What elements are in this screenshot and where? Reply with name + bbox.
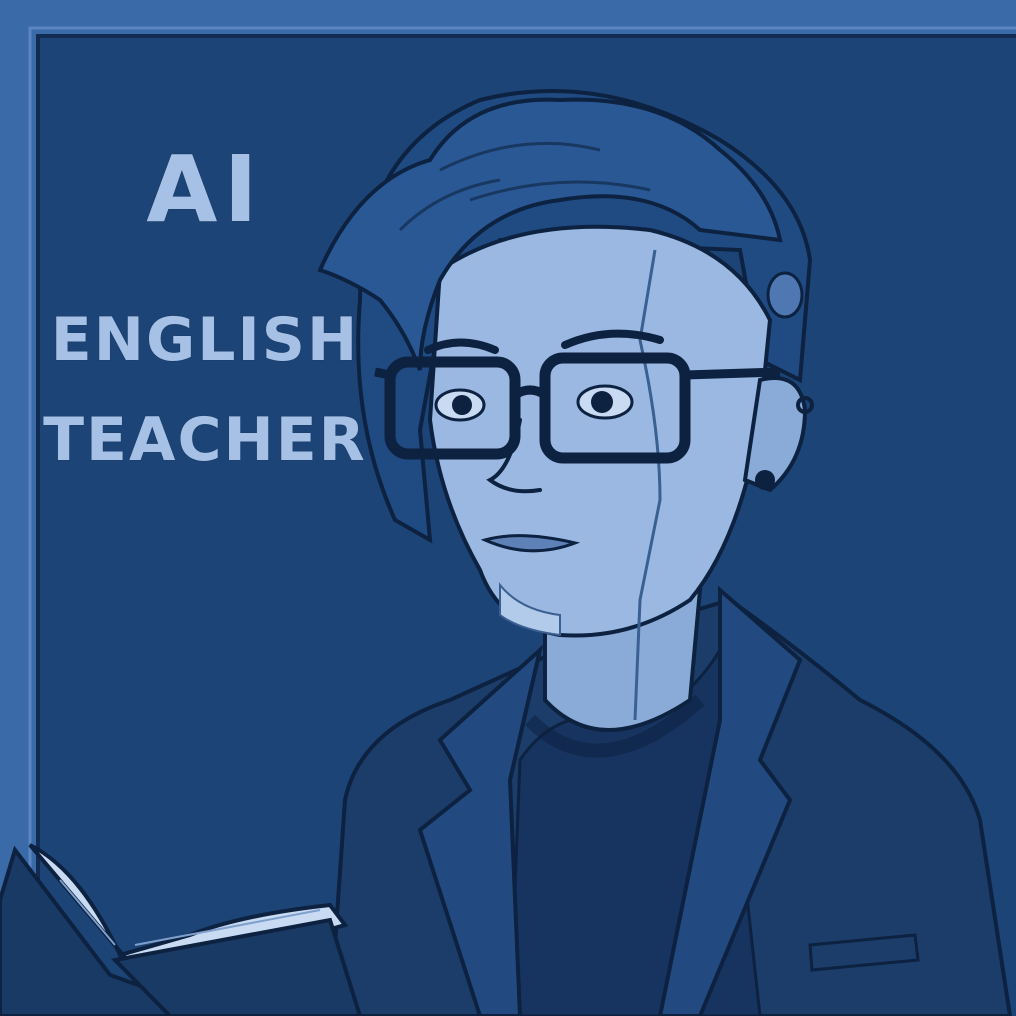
glasses-arm <box>684 367 781 380</box>
glasses-arm-left <box>374 367 391 380</box>
pupil-left <box>452 395 472 415</box>
poster-title-english: ENGLISH <box>50 305 360 375</box>
ear-port-icon <box>766 271 804 319</box>
pupil-right <box>591 391 613 413</box>
glasses-bridge <box>512 385 548 399</box>
poster-title-teacher: TEACHER <box>43 405 367 475</box>
earring-icon <box>755 470 775 490</box>
poster-title-ai: AI <box>146 136 264 243</box>
